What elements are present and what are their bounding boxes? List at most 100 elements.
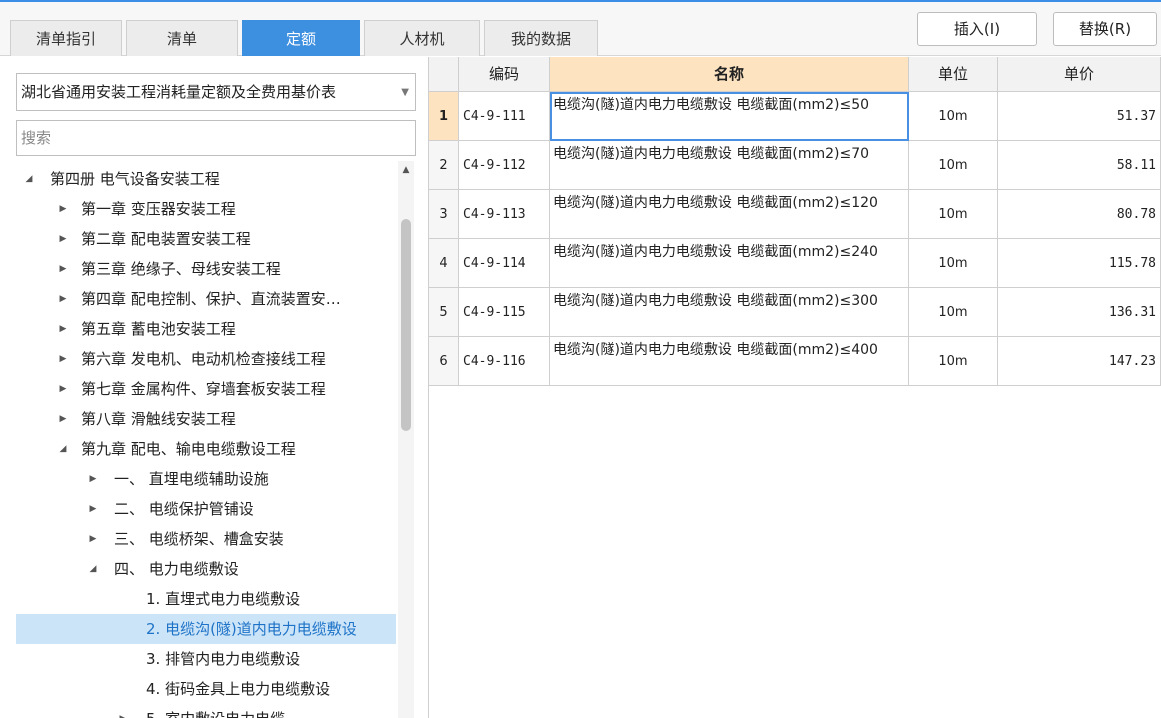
tree-node-label: 第二章 配电装置安装工程 [81,230,251,248]
row-number: 5 [429,288,459,337]
tree-node[interactable]: ▶ 5. 室内敷设电力电缆 [16,704,396,718]
cell-name[interactable]: 电缆沟(隧)道内电力电缆敷设 电缆截面(mm2)≤240 [550,239,909,288]
tab-my-data[interactable]: 我的数据 [484,20,598,56]
expand-triangle-icon[interactable]: ▶ [86,464,100,494]
row-number: 2 [429,141,459,190]
cell-name[interactable]: 电缆沟(隧)道内电力电缆敷设 电缆截面(mm2)≤300 [550,288,909,337]
tree-node-label: 四、 电力电缆敷设 [114,560,239,578]
tree-node[interactable]: ▶ 第三章 绝缘子、母线安装工程 [16,254,396,284]
collapse-triangle-icon[interactable]: ◢ [86,554,100,584]
cell-unit[interactable]: 10m [909,288,998,337]
cell-name[interactable]: 电缆沟(隧)道内电力电缆敷设 电缆截面(mm2)≤400 [550,337,909,386]
collapse-triangle-icon[interactable]: ◢ [22,164,36,194]
cell-code[interactable]: C4-9-116 [459,337,550,386]
expand-triangle-icon[interactable]: ▶ [56,314,70,344]
scrollbar-thumb[interactable] [401,219,411,431]
expand-triangle-icon[interactable]: ▶ [56,344,70,374]
column-header-name[interactable]: 名称 [550,57,909,92]
cell-price[interactable]: 58.11 [998,141,1161,190]
tree-node[interactable]: ◢ 第四册 电气设备安装工程 [16,164,396,194]
tab-list-guide[interactable]: 清单指引 [10,20,122,56]
cell-code[interactable]: C4-9-111 [459,92,550,141]
tree-node-label: 第四章 配电控制、保护、直流装置安… [81,290,341,308]
replace-button[interactable]: 替换(R) [1053,12,1157,46]
cell-unit[interactable]: 10m [909,141,998,190]
expand-triangle-icon[interactable]: ▶ [56,224,70,254]
cell-code[interactable]: C4-9-113 [459,190,550,239]
cell-unit[interactable]: 10m [909,337,998,386]
tree-node[interactable]: ▶ 第七章 金属构件、穿墙套板安装工程 [16,374,396,404]
column-header-unit[interactable]: 单位 [909,57,998,92]
cell-code[interactable]: C4-9-112 [459,141,550,190]
tree-node[interactable]: ▶ 第五章 蓄电池安装工程 [16,314,396,344]
tree-node-label: 第一章 变压器安装工程 [81,200,236,218]
table-row[interactable]: 2 C4-9-112 电缆沟(隧)道内电力电缆敷设 电缆截面(mm2)≤70 1… [429,141,1161,190]
cell-name[interactable]: 电缆沟(隧)道内电力电缆敷设 电缆截面(mm2)≤50 [550,92,909,141]
collapse-triangle-icon[interactable]: ◢ [56,434,70,464]
expand-triangle-icon[interactable]: ▶ [86,524,100,554]
insert-button[interactable]: 插入(I) [917,12,1037,46]
table-row[interactable]: 5 C4-9-115 电缆沟(隧)道内电力电缆敷设 电缆截面(mm2)≤300 … [429,288,1161,337]
tree-node[interactable]: ▶ 二、 电缆保护管铺设 [16,494,396,524]
tree-node[interactable]: 4. 街码金具上电力电缆敷设 [16,674,396,704]
tree-node[interactable]: ▶ 三、 电缆桥架、槽盒安装 [16,524,396,554]
cell-code[interactable]: C4-9-114 [459,239,550,288]
tree-node-selected[interactable]: 2. 电缆沟(隧)道内电力电缆敷设 [16,614,396,644]
cell-unit[interactable]: 10m [909,190,998,239]
tree-node[interactable]: ◢ 第九章 配电、输电电缆敷设工程 [16,434,396,464]
expand-triangle-icon[interactable]: ▶ [116,704,130,718]
cell-price[interactable]: 136.31 [998,288,1161,337]
table-row[interactable]: 6 C4-9-116 电缆沟(隧)道内电力电缆敷设 电缆截面(mm2)≤400 … [429,337,1161,386]
tree-node[interactable]: 1. 直埋式电力电缆敷设 [16,584,396,614]
column-header-code[interactable]: 编码 [459,57,550,92]
tab-quota[interactable]: 定额 [242,20,360,56]
library-select[interactable]: 湖北省通用安装工程消耗量定额及全费用基价表 ▼ [16,73,416,111]
tree-node-label: 三、 电缆桥架、槽盒安装 [114,530,284,548]
expand-triangle-icon[interactable]: ▶ [56,254,70,284]
tree-node[interactable]: ▶ 第二章 配电装置安装工程 [16,224,396,254]
expand-triangle-icon[interactable]: ▶ [56,284,70,314]
cell-name[interactable]: 电缆沟(隧)道内电力电缆敷设 电缆截面(mm2)≤120 [550,190,909,239]
tree-node-label: 2. 电缆沟(隧)道内电力电缆敷设 [146,620,357,638]
row-number: 6 [429,337,459,386]
cell-unit[interactable]: 10m [909,239,998,288]
scroll-up-arrow-icon[interactable]: ▲ [398,165,414,175]
chapter-tree: ◢ 第四册 电气设备安装工程 ▶ 第一章 变压器安装工程 ▶ 第二章 配电装置安… [16,161,396,718]
search-input[interactable] [16,120,416,156]
table-row[interactable]: 1 C4-9-111 电缆沟(隧)道内电力电缆敷设 电缆截面(mm2)≤50 1… [429,92,1161,141]
tab-labor-material-machine[interactable]: 人材机 [364,20,480,56]
tab-list[interactable]: 清单 [126,20,238,56]
tree-node-label: 4. 街码金具上电力电缆敷设 [146,680,331,698]
tree-node-label: 第五章 蓄电池安装工程 [81,320,236,338]
cell-price[interactable]: 115.78 [998,239,1161,288]
expand-triangle-icon[interactable]: ▶ [56,194,70,224]
tree-node-label: 1. 直埋式电力电缆敷设 [146,590,301,608]
cell-code[interactable]: C4-9-115 [459,288,550,337]
column-header-price[interactable]: 单价 [998,57,1161,92]
cell-unit[interactable]: 10m [909,92,998,141]
tree-node[interactable]: ◢ 四、 电力电缆敷设 [16,554,396,584]
tree-node[interactable]: ▶ 第四章 配电控制、保护、直流装置安… [16,284,396,314]
tree-node-label: 第九章 配电、输电电缆敷设工程 [81,440,296,458]
expand-triangle-icon[interactable]: ▶ [86,494,100,524]
row-number: 3 [429,190,459,239]
table-row[interactable]: 4 C4-9-114 电缆沟(隧)道内电力电缆敷设 电缆截面(mm2)≤240 … [429,239,1161,288]
cell-price[interactable]: 147.23 [998,337,1161,386]
tree-node-label: 5. 室内敷设电力电缆 [146,704,285,718]
cell-name[interactable]: 电缆沟(隧)道内电力电缆敷设 电缆截面(mm2)≤70 [550,141,909,190]
tree-node-label: 第四册 电气设备安装工程 [50,170,220,188]
tree-node[interactable]: ▶ 第一章 变压器安装工程 [16,194,396,224]
tree-scrollbar[interactable]: ▲ [398,161,414,718]
cell-price[interactable]: 80.78 [998,190,1161,239]
tree-node[interactable]: ▶ 一、 直埋电缆辅助设施 [16,464,396,494]
expand-triangle-icon[interactable]: ▶ [56,404,70,434]
tree-node[interactable]: 3. 排管内电力电缆敷设 [16,644,396,674]
row-number: 4 [429,239,459,288]
grid-header: 编码 名称 单位 单价 [429,57,1161,92]
library-select-value: 湖北省通用安装工程消耗量定额及全费用基价表 [21,83,337,101]
tree-node[interactable]: ▶ 第六章 发电机、电动机检查接线工程 [16,344,396,374]
table-row[interactable]: 3 C4-9-113 电缆沟(隧)道内电力电缆敷设 电缆截面(mm2)≤120 … [429,190,1161,239]
expand-triangle-icon[interactable]: ▶ [56,374,70,404]
cell-price[interactable]: 51.37 [998,92,1161,141]
tree-node[interactable]: ▶ 第八章 滑触线安装工程 [16,404,396,434]
